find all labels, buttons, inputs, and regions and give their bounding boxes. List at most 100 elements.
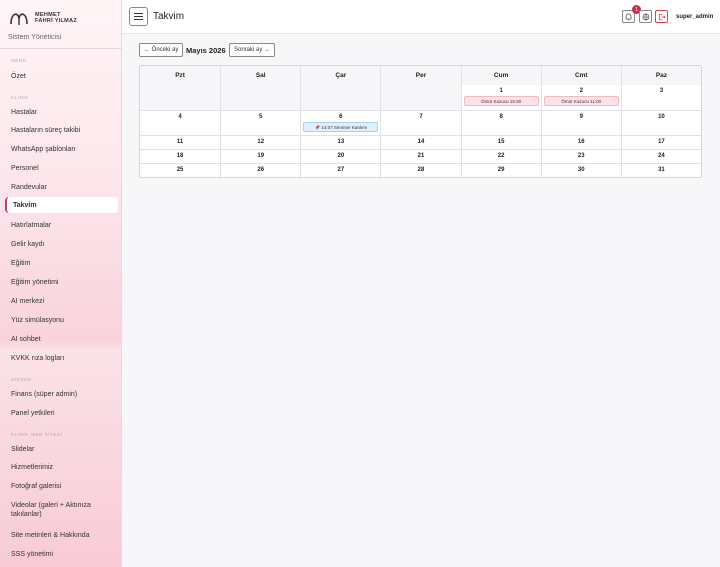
- calendar-day-6[interactable]: 6 📌 14:07 Seminer Katılımı: [300, 111, 380, 135]
- day-number: 24: [658, 153, 665, 159]
- bell-icon: [625, 13, 632, 20]
- day-number: 4: [178, 114, 182, 120]
- calendar-day-4[interactable]: 4: [140, 111, 220, 135]
- day-number: 17: [658, 139, 665, 145]
- sidebar-item-egitim[interactable]: Eğitim: [5, 255, 118, 271]
- topbar: Takvim 1 super_admin: [122, 0, 720, 34]
- calendar-day-31[interactable]: 31: [620, 164, 701, 177]
- calendar-day-22[interactable]: 22: [460, 150, 541, 163]
- calendar-day-23[interactable]: 23: [540, 150, 621, 163]
- next-month-button[interactable]: Sonraki ay →: [229, 43, 276, 57]
- brand-line-2: FAHRİ YILMAZ: [35, 18, 77, 24]
- sidebar-item-gelir-kaydi[interactable]: Gelir kaydı: [5, 236, 118, 252]
- day-number: 10: [658, 114, 665, 120]
- calendar-day-20[interactable]: 20: [300, 150, 380, 163]
- brand-logo[interactable]: MEHMET FAHRİ YILMAZ: [8, 9, 77, 27]
- day-number: 12: [257, 139, 265, 145]
- calendar-day-14[interactable]: 14: [380, 136, 460, 149]
- calendar-day-8[interactable]: 8: [460, 111, 541, 135]
- sidebar-item-kvkk[interactable]: KVKK rıza logları: [5, 350, 118, 366]
- calendar-day-10[interactable]: 10: [620, 111, 701, 135]
- sidebar-item-surec-takibi[interactable]: Hastaların süreç takibi: [5, 122, 118, 138]
- sidebar-item-sss[interactable]: SSS yönetimi: [5, 546, 118, 562]
- calendar-event[interactable]: 📌 14:07 Seminer Katılımı: [303, 122, 379, 132]
- sidebar-item-randevular[interactable]: Randevular: [5, 179, 118, 195]
- calendar-week-row: 1 Ömür Kuzucu 16:30 2 Ömür Kuzucu 11:00 3: [140, 85, 701, 110]
- sidebar-item-videolar[interactable]: Videolar (galeri + Aktınıza takılanlar): [5, 498, 118, 522]
- calendar-day-11[interactable]: 11: [140, 136, 220, 149]
- calendar-day-1[interactable]: 1 Ömür Kuzucu 16:30: [460, 85, 541, 110]
- calendar-day-7[interactable]: 7: [380, 111, 460, 135]
- user-role: Sistem Yöneticisi: [8, 34, 62, 41]
- calendar-day-5[interactable]: 5: [220, 111, 300, 135]
- sidebar-item-hastalar[interactable]: Hastalar: [5, 104, 118, 120]
- calendar-day-13[interactable]: 13: [300, 136, 380, 149]
- calendar-day-15[interactable]: 15: [460, 136, 541, 149]
- calendar-day-3[interactable]: 3: [620, 85, 701, 110]
- sidebar: MEHMET FAHRİ YILMAZ Sistem Yöneticisi ME…: [0, 0, 122, 567]
- calendar-week-row: 4 5 6 📌 14:07 Seminer Katılımı 7 8 9 10: [140, 110, 701, 135]
- page-title: Takvim: [153, 11, 185, 22]
- sidebar-item-yuz-simulasyonu[interactable]: Yüz simülasyonu: [5, 312, 118, 328]
- calendar-body: 1 Ömür Kuzucu 16:30 2 Ömür Kuzucu 11:00 3 4 5 6…: [140, 85, 701, 177]
- sidebar-item-hatirlatmalar[interactable]: Hatırlatmalar: [5, 217, 118, 233]
- calendar-day-2[interactable]: 2 Ömür Kuzucu 11:00: [540, 85, 621, 110]
- day-number: 16: [577, 139, 585, 145]
- day-number: 22: [497, 153, 505, 159]
- weekday-cum: Cum: [460, 66, 541, 85]
- sidebar-item-slidelar[interactable]: Slidelar: [5, 441, 118, 457]
- hamburger-icon: [134, 13, 143, 14]
- sidebar-item-ozet[interactable]: Özet: [5, 68, 118, 84]
- calendar-day-9[interactable]: 9: [540, 111, 621, 135]
- calendar-day-21[interactable]: 21: [380, 150, 460, 163]
- day-number: 21: [417, 153, 425, 159]
- calendar-event[interactable]: Ömür Kuzucu 16:30: [463, 96, 539, 106]
- calendar-day-26[interactable]: 26: [220, 164, 300, 177]
- sidebar-item-ai-sohbet[interactable]: AI sohbet: [5, 331, 118, 347]
- calendar-event[interactable]: Ömür Kuzucu 11:00: [543, 96, 619, 106]
- calendar-day-27[interactable]: 27: [300, 164, 380, 177]
- calendar-day-28[interactable]: 28: [380, 164, 460, 177]
- sidebar-item-panel-yetkileri[interactable]: Panel yetkileri: [5, 405, 118, 421]
- hamburger-menu-button[interactable]: [129, 7, 148, 26]
- calendar-day-17[interactable]: 17: [620, 136, 701, 149]
- calendar-day-16[interactable]: 16: [540, 136, 621, 149]
- day-number: 9: [579, 114, 583, 120]
- sidebar-item-egitim-yonetimi[interactable]: Eğitim yönetimi: [5, 274, 118, 290]
- day-number: 28: [417, 167, 425, 173]
- prev-month-button[interactable]: ← Önceki ay: [139, 43, 184, 57]
- calendar-empty-cell: [300, 85, 381, 110]
- sidebar-item-finans[interactable]: Finans (süper admin): [5, 386, 118, 402]
- sidebar-item-takvim[interactable]: Takvim: [5, 197, 118, 213]
- language-button[interactable]: [639, 10, 652, 23]
- day-number: 14: [417, 139, 425, 145]
- day-number: 15: [497, 139, 505, 145]
- weekday-header: Pzt Sal Çar Per Cum Cmt Paz: [140, 66, 701, 85]
- weekday-paz: Paz: [620, 66, 701, 85]
- sidebar-item-whatsapp[interactable]: WhatsApp şablonları: [5, 141, 118, 157]
- day-number: 26: [257, 167, 265, 173]
- calendar-day-12[interactable]: 12: [220, 136, 300, 149]
- sidebar-item-site-metinleri[interactable]: Site metinleri & Hakkında: [5, 527, 118, 543]
- calendar-day-30[interactable]: 30: [540, 164, 621, 177]
- sidebar-section-menu: MENÜ: [11, 58, 27, 63]
- day-number: 5: [259, 114, 263, 120]
- sidebar-item-hizmetlerimiz[interactable]: Hizmetlerimiz: [5, 459, 118, 475]
- day-number: 30: [577, 167, 585, 173]
- calendar-day-18[interactable]: 18: [140, 150, 220, 163]
- day-number: 8: [499, 114, 503, 120]
- day-number: 29: [497, 167, 505, 173]
- day-number: 20: [337, 153, 345, 159]
- calendar-day-29[interactable]: 29: [460, 164, 541, 177]
- calendar-week-row: 18 19 20 21 22 23 24: [140, 149, 701, 163]
- sidebar-item-personel[interactable]: Personel: [5, 160, 118, 176]
- sidebar-item-ai-merkezi[interactable]: AI merkezi: [5, 293, 118, 309]
- day-number: 23: [577, 153, 585, 159]
- calendar-day-25[interactable]: 25: [140, 164, 220, 177]
- user-menu[interactable]: super_admin: [673, 10, 717, 23]
- sidebar-item-fotograf-galerisi[interactable]: Fotoğraf galerisi: [5, 478, 118, 494]
- calendar-day-24[interactable]: 24: [620, 150, 701, 163]
- calendar-day-19[interactable]: 19: [220, 150, 300, 163]
- logout-button[interactable]: [655, 10, 668, 23]
- weekday-pzt: Pzt: [140, 66, 221, 85]
